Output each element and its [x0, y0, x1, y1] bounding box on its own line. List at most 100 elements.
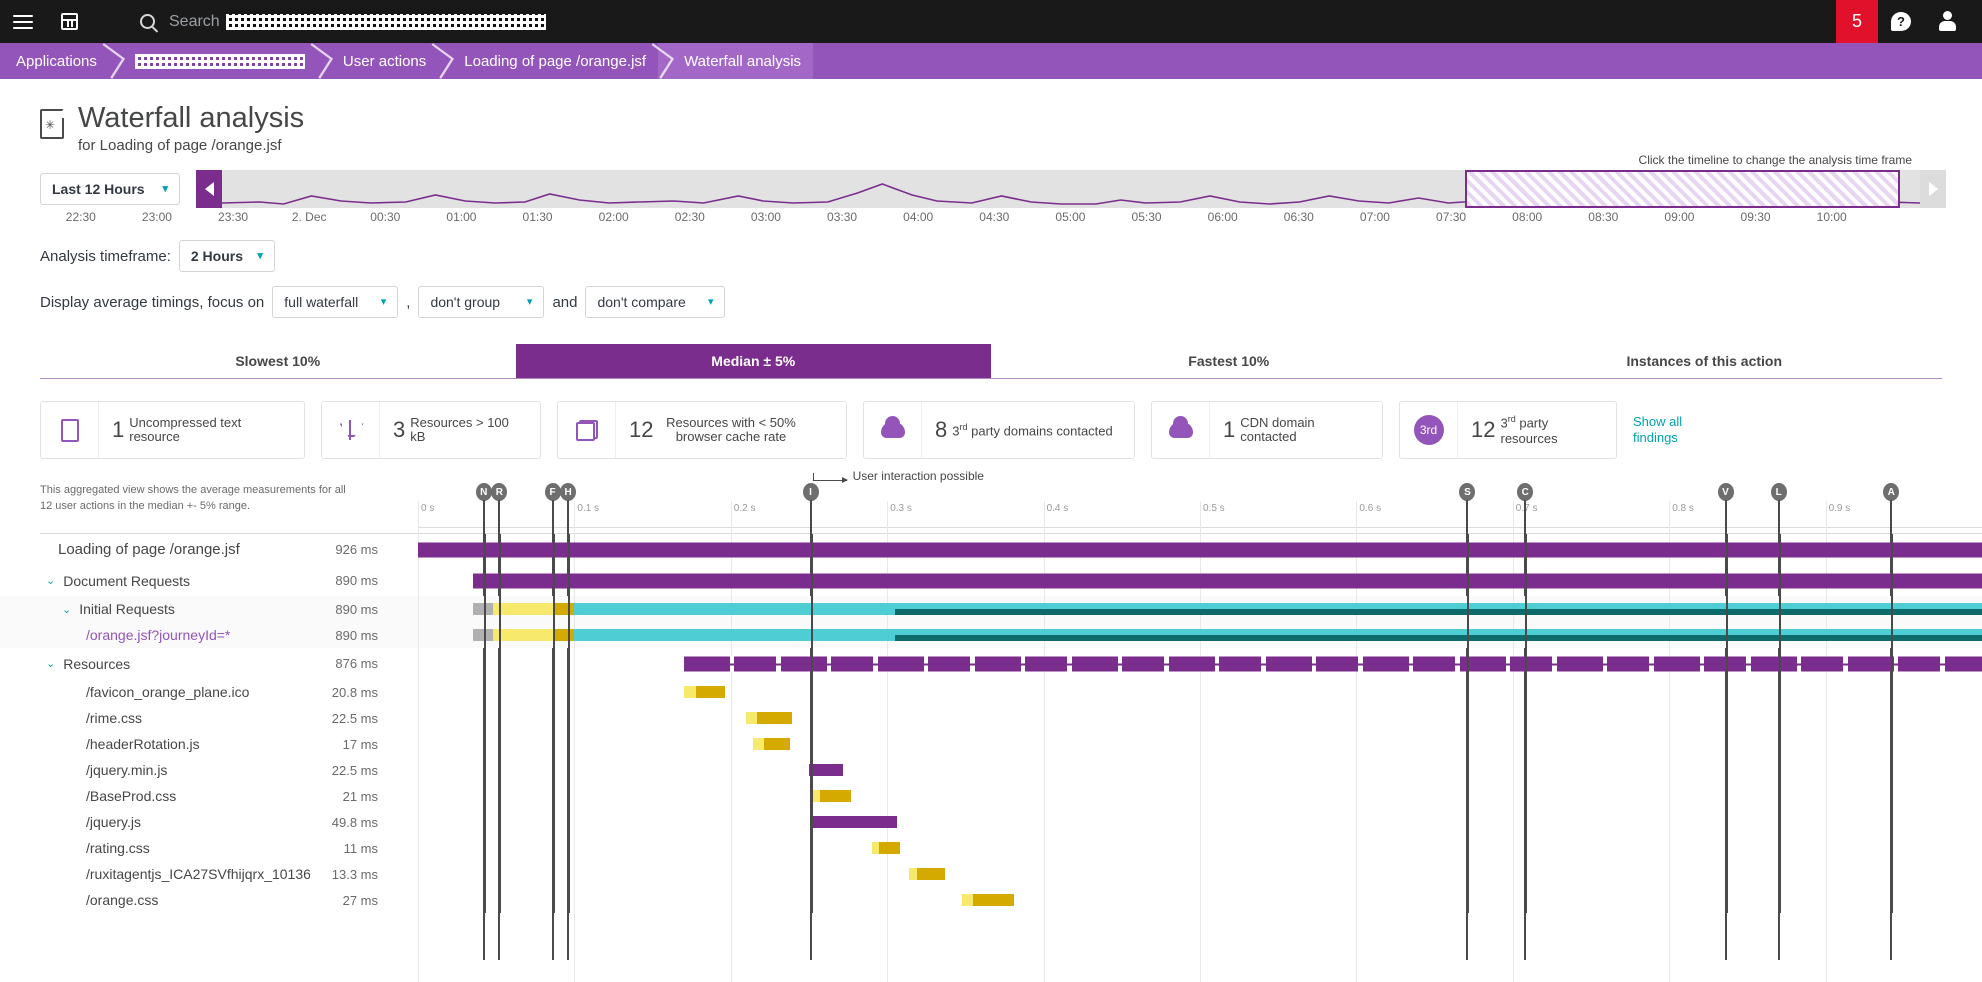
timeline-tick: 05:00: [1055, 210, 1085, 224]
finding-card-uncompressed[interactable]: 1Uncompressed text resource: [40, 401, 305, 459]
timeline-selection[interactable]: [1465, 170, 1900, 208]
timing-marker-i[interactable]: I: [811, 483, 827, 501]
finding-card-cache-rate[interactable]: 12Resources with < 50% browser cache rat…: [557, 401, 847, 459]
row-gridline: [418, 565, 419, 596]
bar-segment: [809, 764, 843, 776]
row-name: /orange.css: [86, 892, 158, 908]
tab-instances[interactable]: Instances of this action: [1467, 344, 1943, 378]
timing-marker-r[interactable]: R: [499, 483, 515, 501]
waterfall-bar[interactable]: [684, 656, 1982, 671]
row-gridline: [1044, 757, 1045, 783]
breadcrumb-item-waterfall-analysis[interactable]: Waterfall analysis: [658, 43, 813, 79]
waterfall-bar[interactable]: [962, 894, 1014, 906]
search-input[interactable]: [226, 14, 546, 30]
chevron-down-icon[interactable]: ⌄: [62, 603, 71, 616]
row-gridline: [731, 783, 732, 809]
user-menu-button[interactable]: [1924, 0, 1970, 43]
waterfall-row[interactable]: /BaseProd.css21 ms: [0, 783, 1982, 809]
waterfall-bar[interactable]: [753, 738, 791, 750]
tab-slowest-10[interactable]: Slowest 10%: [40, 344, 516, 378]
menu-button[interactable]: [0, 0, 46, 43]
waterfall-row[interactable]: Loading of page /orange.jsf926 ms: [0, 534, 1982, 565]
waterfall-bar[interactable]: [811, 816, 897, 828]
timing-marker-h[interactable]: H: [568, 483, 584, 501]
bar-segment: [879, 842, 899, 854]
waterfall-row[interactable]: ⌄Initial Requests890 ms: [0, 596, 1982, 622]
timing-marker-a[interactable]: A: [1891, 483, 1907, 501]
timeline-prev-button[interactable]: [196, 170, 222, 208]
finding-card-third-party-domains[interactable]: 83rd party domains contacted: [863, 401, 1135, 459]
search-label: Search: [169, 13, 220, 31]
waterfall-row[interactable]: /headerRotation.js17 ms: [0, 731, 1982, 757]
row-duration: 890 ms: [310, 573, 378, 588]
breadcrumb-item-redacted[interactable]: [109, 43, 317, 79]
row-gridline: [574, 731, 575, 757]
notification-badge[interactable]: 5: [1836, 0, 1878, 43]
waterfall-row[interactable]: /jquery.min.js22.5 ms: [0, 757, 1982, 783]
row-duration: 49.8 ms: [310, 815, 378, 830]
tab-fastest-10[interactable]: Fastest 10%: [991, 344, 1467, 378]
timing-marker-v[interactable]: V: [1726, 483, 1742, 501]
row-duration: 21 ms: [310, 789, 378, 804]
timeline-next-button[interactable]: [1920, 170, 1946, 208]
breadcrumb-item-loading-of-page[interactable]: Loading of page /orange.jsf: [438, 43, 658, 79]
waterfall-bar[interactable]: [872, 842, 900, 854]
waterfall-row[interactable]: ⌄Resources876 ms: [0, 648, 1982, 679]
chevron-down-icon[interactable]: ⌄: [46, 657, 55, 670]
compare-select[interactable]: don't compare ▾: [585, 286, 725, 318]
timeline-chart[interactable]: [222, 170, 1920, 208]
waterfall-bar[interactable]: [418, 542, 1982, 557]
waterfall-row[interactable]: /orange.css27 ms: [0, 887, 1982, 913]
analysis-timeframe-select[interactable]: 2 Hours ▾: [179, 240, 275, 272]
row-label: ⌄Document Requests: [0, 573, 310, 589]
bar-segment-server-time: [895, 635, 1982, 641]
time-range-selector[interactable]: Last 12 Hours ▾: [40, 173, 180, 205]
row-gridline: [574, 648, 575, 679]
waterfall-row[interactable]: /rime.css22.5 ms: [0, 705, 1982, 731]
waterfall-row[interactable]: /rating.css11 ms: [0, 835, 1982, 861]
waterfall-row[interactable]: /jquery.js49.8 ms: [0, 809, 1982, 835]
help-button[interactable]: ?: [1878, 0, 1924, 43]
waterfall-row[interactable]: /orange.jsf?journeyId=* 890 ms: [0, 622, 1982, 648]
group-select[interactable]: don't group ▾: [418, 286, 544, 318]
waterfall-bar[interactable]: [909, 868, 945, 880]
waterfall-bar[interactable]: [684, 686, 725, 698]
breadcrumb-item-user-actions[interactable]: User actions: [317, 43, 438, 79]
row-name[interactable]: /orange.jsf?journeyId=*: [86, 627, 230, 643]
finding-card-third-party-resources[interactable]: 3rd 123rd party resources: [1399, 401, 1617, 459]
search-area[interactable]: Search: [140, 13, 1836, 31]
waterfall-bar[interactable]: [473, 573, 1982, 588]
show-all-findings-link[interactable]: Show all findings: [1633, 414, 1703, 447]
timeline-hint: Click the timeline to change the analysi…: [1639, 153, 1912, 167]
marker-badge: R: [491, 483, 507, 501]
waterfall-bar[interactable]: [473, 629, 1982, 641]
row-gridline: [1826, 731, 1827, 757]
waterfall-row[interactable]: ⌄Document Requests890 ms: [0, 565, 1982, 596]
row-gridline: [418, 757, 419, 783]
row-track: [418, 679, 1982, 705]
row-gridline: [887, 731, 888, 757]
row-gridline: [1513, 705, 1514, 731]
waterfall-row[interactable]: /favicon_orange_plane.ico20.8 ms: [0, 679, 1982, 705]
timing-marker-s[interactable]: S: [1467, 483, 1483, 501]
timeline-strip[interactable]: Click the timeline to change the analysi…: [196, 170, 1946, 208]
timeline-tick: 09:00: [1664, 210, 1694, 224]
finding-card-cdn-domain[interactable]: 1CDN domain contacted: [1151, 401, 1383, 459]
row-track: [418, 783, 1982, 809]
waterfall-bar[interactable]: [473, 603, 1982, 615]
timeline-tick: 10:00: [1817, 210, 1847, 224]
focus-select[interactable]: full waterfall ▾: [272, 286, 398, 318]
apps-button[interactable]: [46, 0, 92, 43]
finding-card-large-resources[interactable]: 3Resources > 100 kB: [321, 401, 541, 459]
breadcrumb-item-applications[interactable]: Applications: [0, 43, 109, 79]
timing-marker-c[interactable]: C: [1525, 483, 1541, 501]
row-duration: 890 ms: [310, 628, 378, 643]
tab-median-5[interactable]: Median ± 5%: [516, 344, 992, 378]
row-gridline: [1669, 835, 1670, 861]
waterfall-row[interactable]: /ruxitagentjs_ICA27SVfhijqrx_10136171130…: [0, 861, 1982, 887]
waterfall-bar[interactable]: [809, 764, 843, 776]
waterfall-bar[interactable]: [811, 790, 852, 802]
chevron-down-icon[interactable]: ⌄: [46, 574, 55, 587]
waterfall-bar[interactable]: [746, 712, 791, 724]
timing-marker-l[interactable]: L: [1779, 483, 1795, 501]
